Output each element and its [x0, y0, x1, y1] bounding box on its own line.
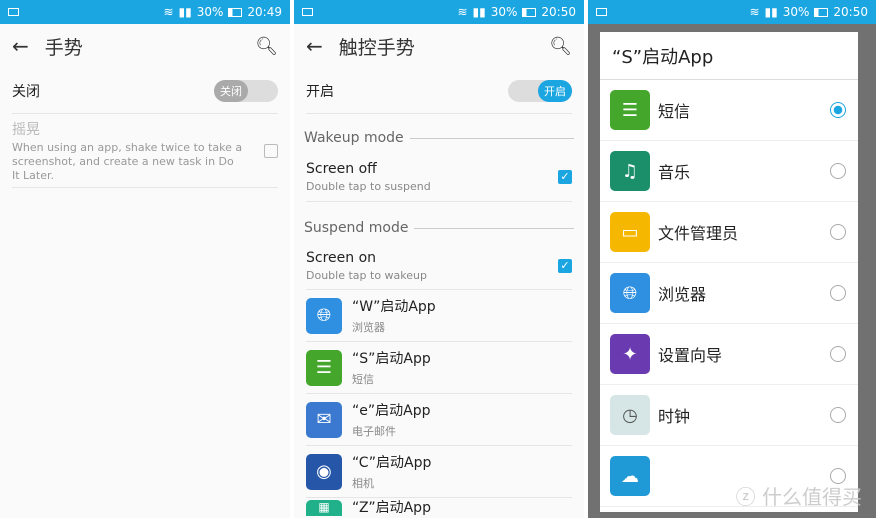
wifi-icon: ≋ — [749, 5, 760, 19]
master-switch-row[interactable]: 关闭 关闭 — [12, 68, 278, 114]
screen-on-checkbox[interactable]: ✓ — [558, 258, 572, 273]
gesture-row[interactable]: ✉ “e”启动App 电子邮件 — [306, 394, 572, 446]
shake-checkbox[interactable] — [264, 143, 278, 158]
radio-button[interactable] — [830, 285, 846, 301]
master-toggle[interactable]: 开启 — [508, 79, 572, 102]
master-toggle[interactable]: 关闭 — [214, 79, 278, 102]
camera-icon: ◉ — [306, 453, 342, 490]
shake-row[interactable]: 摇晃 When using an app, shake twice to take… — [12, 114, 278, 188]
message-icon: ☰ — [306, 349, 342, 386]
gesture-row[interactable]: 🌐︎ “W”启动App 浏览器 — [306, 290, 572, 342]
radio-button[interactable] — [830, 407, 846, 423]
app-option[interactable]: ◷ 时钟 — [600, 385, 858, 446]
wifi-icon: ≋ — [457, 5, 468, 19]
screen-off-checkbox[interactable]: ✓ — [558, 169, 572, 184]
app-option[interactable]: ▭ 文件管理员 — [600, 202, 858, 263]
image-notification-icon — [302, 8, 313, 16]
gesture-list: 🌐︎ “W”启动App 浏览器 ☰ “S”启动App 短信 ✉ “e”启动App 电子邮件 ◉ “C… — [294, 290, 584, 516]
radio-button[interactable] — [830, 346, 846, 362]
screen-app-chooser: ≋ ▮▮ 30% 20:50 “S”启动App ☰ 短信 ♫ 音乐 ▭ 文件管理员 🌐︎ 浏览器 ✦ 设… — [588, 0, 876, 518]
page-title: 触控手势 — [338, 36, 415, 59]
app-icon: ▦ — [306, 500, 342, 516]
status-bar: ≋ ▮▮ 30% 20:50 — [588, 0, 876, 24]
app-chooser-dialog: “S”启动App ☰ 短信 ♫ 音乐 ▭ 文件管理员 🌐︎ 浏览器 ✦ 设置向导 ◷ 时钟 ☁ — [600, 32, 858, 512]
app-option[interactable]: ♫ 音乐 — [600, 141, 858, 202]
screen-on-row[interactable]: Screen on Double tap to wakeup ✓ — [306, 242, 572, 290]
signal-icon: ▮▮ — [472, 5, 486, 19]
status-bar: ≋ ▮▮ 30% 20:49 — [0, 0, 290, 24]
battery-icon — [522, 7, 537, 17]
radio-button[interactable] — [830, 163, 846, 179]
globe-icon: 🌐︎ — [610, 273, 650, 313]
signal-icon: ▮▮ — [764, 5, 778, 19]
app-bar: ← 触控手势 🔍︎ — [294, 24, 584, 68]
section-header: Suspend mode — [304, 214, 574, 242]
app-option-list: ☰ 短信 ♫ 音乐 ▭ 文件管理员 🌐︎ 浏览器 ✦ 设置向导 ◷ 时钟 ☁ — [600, 80, 858, 507]
message-icon: ☰ — [610, 90, 650, 130]
image-notification-icon — [596, 8, 607, 16]
watermark-logo: ⓩ 什么值得买 — [735, 485, 862, 509]
battery-icon — [228, 7, 243, 17]
gesture-row[interactable]: ▦ “Z”启动App — [306, 498, 572, 516]
dialog-title: “S”启动App — [600, 32, 858, 80]
gesture-row[interactable]: ☰ “S”启动App 短信 — [306, 342, 572, 394]
app-bar: ← 手势 🔍︎ — [0, 24, 290, 68]
section-header: Wakeup mode — [304, 124, 574, 152]
back-arrow-icon[interactable]: ← — [12, 34, 29, 58]
gesture-row[interactable]: ◉ “C”启动App 相机 — [306, 446, 572, 498]
search-icon[interactable]: 🔍︎ — [549, 36, 572, 57]
folder-icon: ▭ — [610, 212, 650, 252]
master-switch-row[interactable]: 开启 开启 — [306, 68, 572, 114]
screen-off-row[interactable]: Screen off Double tap to suspend ✓ — [306, 152, 572, 202]
music-icon: ♫ — [610, 151, 650, 191]
radio-button[interactable] — [830, 224, 846, 240]
radio-button[interactable] — [830, 102, 846, 118]
battery-icon — [814, 7, 829, 17]
wizard-icon: ✦ — [610, 334, 650, 374]
signal-icon: ▮▮ — [178, 5, 192, 19]
globe-icon: 🌐︎ — [306, 297, 342, 334]
image-notification-icon — [8, 8, 19, 16]
page-title: 手势 — [44, 36, 83, 59]
screen-gestures: ≋ ▮▮ 30% 20:49 ← 手势 🔍︎ 关闭 关闭 摇晃 When using an … — [0, 0, 290, 518]
status-bar: ≋ ▮▮ 30% 20:50 — [294, 0, 584, 24]
back-arrow-icon[interactable]: ← — [306, 34, 323, 58]
weather-icon: ☁ — [610, 456, 650, 496]
screen-touch-gestures: ≋ ▮▮ 30% 20:50 ← 触控手势 🔍︎ 开启 开启 Wakeup mode Sc… — [294, 0, 584, 518]
app-option[interactable]: ✦ 设置向导 — [600, 324, 858, 385]
app-option[interactable]: 🌐︎ 浏览器 — [600, 263, 858, 324]
wifi-icon: ≋ — [163, 5, 174, 19]
app-option[interactable]: ☰ 短信 — [600, 80, 858, 141]
search-icon[interactable]: 🔍︎ — [255, 36, 278, 57]
mail-icon: ✉ — [306, 401, 342, 438]
clock-icon: ◷ — [610, 395, 650, 435]
